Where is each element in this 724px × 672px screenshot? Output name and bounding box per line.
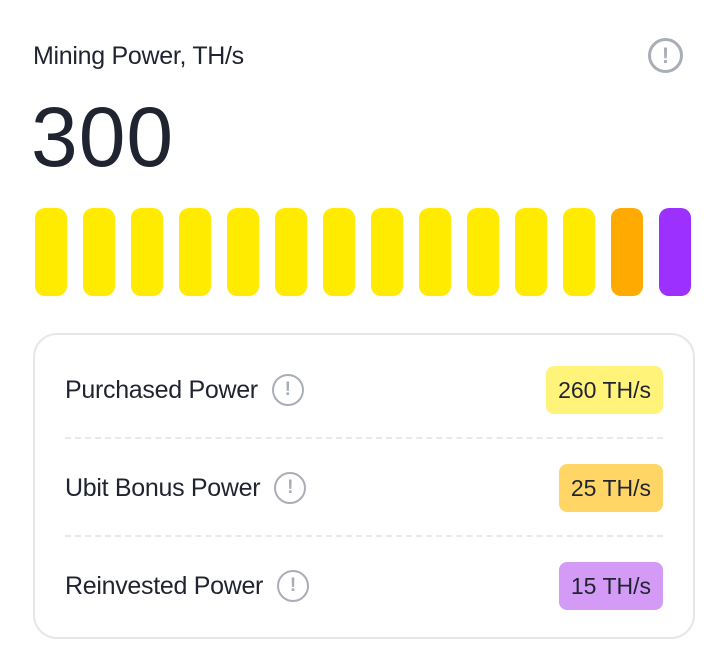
power-segment-purchased xyxy=(515,208,547,296)
power-segment-purchased xyxy=(275,208,307,296)
reinvested-power-label: Reinvested Power xyxy=(65,571,264,600)
info-icon[interactable]: ! xyxy=(277,570,310,602)
power-segment-purchased xyxy=(83,208,115,296)
power-segment-purchased xyxy=(131,208,163,296)
card-header: Mining Power, TH/s ! xyxy=(33,36,691,80)
mining-power-card: Mining Power, TH/s ! 300 Purchased Power… xyxy=(0,0,724,672)
purchased-power-badge: 260 TH/s xyxy=(546,366,663,414)
power-segment-reinvested xyxy=(659,208,691,296)
card-title: Mining Power, TH/s xyxy=(33,42,244,70)
power-segment-purchased xyxy=(467,208,499,296)
breakdown-row-bonus: Ubit Bonus Power ! 25 TH/s xyxy=(65,439,663,537)
info-icon[interactable]: ! xyxy=(648,38,683,73)
info-icon[interactable]: ! xyxy=(271,374,304,406)
power-segment-purchased xyxy=(419,208,451,296)
bonus-power-badge: 25 TH/s xyxy=(558,464,663,512)
power-segment-bonus xyxy=(611,208,643,296)
breakdown-row-reinvested: Reinvested Power ! 15 TH/s xyxy=(65,537,663,635)
breakdown-row-purchased: Purchased Power ! 260 TH/s xyxy=(65,341,663,439)
power-segment-purchased xyxy=(35,208,67,296)
power-breakdown-panel: Purchased Power ! 260 TH/s Ubit Bonus Po… xyxy=(33,333,695,639)
power-segment-purchased xyxy=(323,208,355,296)
power-segment-purchased xyxy=(371,208,403,296)
info-icon[interactable]: ! xyxy=(274,472,307,504)
total-power-value: 300 xyxy=(31,90,175,184)
power-segment-purchased xyxy=(179,208,211,296)
power-segment-purchased xyxy=(563,208,595,296)
power-segment-purchased xyxy=(227,208,259,296)
reinvested-power-badge: 15 TH/s xyxy=(558,562,663,610)
purchased-power-label: Purchased Power xyxy=(65,375,258,404)
power-segment-bar xyxy=(35,208,693,298)
bonus-power-label: Ubit Bonus Power xyxy=(65,473,261,502)
